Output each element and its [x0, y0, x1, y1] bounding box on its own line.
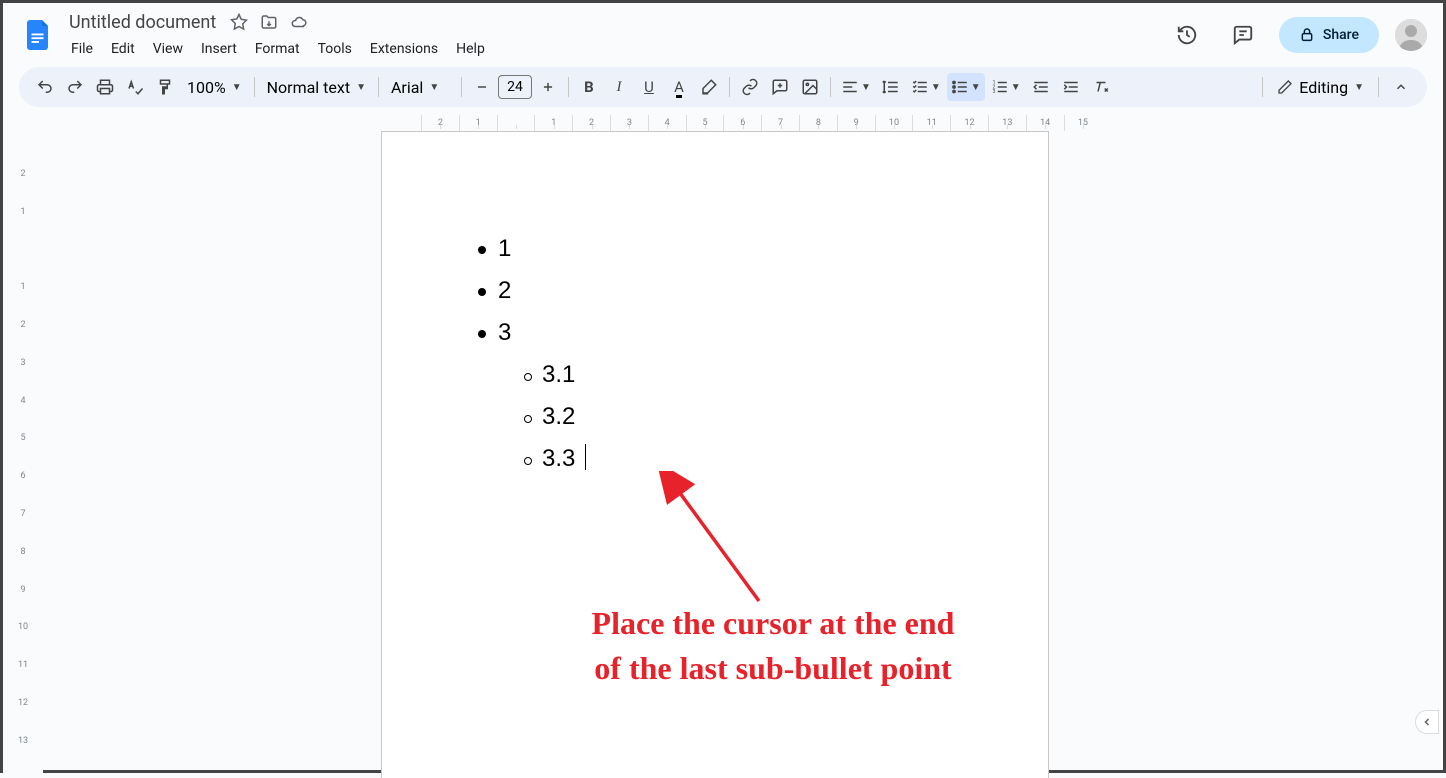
toolbar: 100%▼ Normal text▼ Arial▼ 24 B I U A ▼ ▼… — [19, 67, 1427, 107]
list-item: 3 — [478, 312, 952, 354]
increase-indent-button[interactable] — [1057, 73, 1085, 101]
document-title[interactable]: Untitled document — [63, 10, 222, 35]
paint-format-button[interactable] — [151, 73, 179, 101]
collapse-toolbar-button[interactable] — [1387, 73, 1415, 101]
bold-button[interactable]: B — [575, 73, 603, 101]
editing-mode-dropdown[interactable]: Editing ▼ — [1271, 78, 1370, 97]
chevron-down-icon: ▼ — [1011, 82, 1021, 93]
add-comment-button[interactable] — [766, 73, 794, 101]
chevron-down-icon: ▼ — [356, 82, 366, 93]
increase-font-button[interactable] — [534, 73, 562, 101]
show-side-panel-button[interactable] — [1415, 710, 1439, 734]
svg-text:3: 3 — [992, 89, 995, 95]
redo-button[interactable] — [61, 73, 89, 101]
bullet-icon — [478, 288, 486, 296]
menu-insert[interactable]: Insert — [193, 37, 245, 61]
undo-button[interactable] — [31, 73, 59, 101]
menu-view[interactable]: View — [145, 37, 191, 61]
style-dropdown[interactable]: Normal text▼ — [261, 78, 372, 97]
title-area: Untitled document File Edit View Insert … — [63, 10, 1167, 61]
font-size-input[interactable]: 24 — [498, 75, 532, 99]
menu-help[interactable]: Help — [448, 37, 493, 61]
align-button[interactable]: ▼ — [837, 73, 875, 101]
menu-extensions[interactable]: Extensions — [362, 37, 446, 61]
text-color-button[interactable]: A — [665, 73, 693, 101]
annotation-arrow — [659, 471, 779, 611]
header-actions: Share — [1167, 15, 1427, 55]
numbered-list-button[interactable]: 123▼ — [987, 73, 1025, 101]
list-item: 3.1 — [524, 354, 952, 396]
bullet-icon — [478, 330, 486, 338]
menu-tools[interactable]: Tools — [310, 37, 360, 61]
bullet-list[interactable]: 1 2 3 3.1 3.2 3.3 — [478, 228, 952, 480]
docs-logo[interactable] — [19, 15, 59, 55]
menu-format[interactable]: Format — [247, 37, 308, 61]
menu-edit[interactable]: Edit — [103, 37, 143, 61]
comment-icon[interactable] — [1223, 15, 1263, 55]
chevron-down-icon: ▼ — [1354, 82, 1364, 93]
star-icon[interactable] — [230, 13, 248, 31]
circle-bullet-icon — [524, 373, 532, 381]
document-canvas[interactable]: 1 2 3 3.1 3.2 3.3 Place the cursor at th… — [43, 131, 1443, 778]
chevron-down-icon: ▼ — [931, 82, 941, 93]
font-dropdown[interactable]: Arial▼ — [385, 78, 455, 97]
annotation-text: Place the cursor at the end of the last … — [493, 601, 1053, 691]
chevron-down-icon: ▼ — [971, 82, 981, 93]
zoom-dropdown[interactable]: 100%▼ — [181, 78, 248, 97]
image-button[interactable] — [796, 73, 824, 101]
list-item: 2 — [478, 270, 952, 312]
editor-area: 2112345678910111213 1 2 3 3.1 3.2 3.3 Pl… — [3, 131, 1443, 778]
link-button[interactable] — [736, 73, 764, 101]
circle-bullet-icon — [524, 457, 532, 465]
chevron-down-icon: ▼ — [232, 82, 242, 93]
spellcheck-button[interactable] — [121, 73, 149, 101]
list-item: 3.2 — [524, 396, 952, 438]
cloud-icon[interactable] — [290, 13, 308, 31]
italic-button[interactable]: I — [605, 73, 633, 101]
move-icon[interactable] — [260, 13, 278, 31]
chevron-down-icon: ▼ — [861, 82, 871, 93]
highlight-button[interactable] — [695, 73, 723, 101]
underline-button[interactable]: U — [635, 73, 663, 101]
menu-bar: File Edit View Insert Format Tools Exten… — [63, 37, 1167, 61]
line-spacing-button[interactable] — [877, 73, 905, 101]
list-item: 1 — [478, 228, 952, 270]
bullet-list-button[interactable]: ▼ — [947, 73, 985, 101]
share-button[interactable]: Share — [1279, 17, 1379, 53]
app-header: Untitled document File Edit View Insert … — [3, 3, 1443, 59]
menu-file[interactable]: File — [63, 37, 101, 61]
decrease-indent-button[interactable] — [1027, 73, 1055, 101]
checklist-button[interactable]: ▼ — [907, 73, 945, 101]
share-label: Share — [1323, 27, 1359, 43]
horizontal-ruler[interactable]: 21123456789101112131415 — [3, 115, 1443, 131]
text-cursor — [585, 444, 586, 470]
circle-bullet-icon — [524, 415, 532, 423]
print-button[interactable] — [91, 73, 119, 101]
decrease-font-button[interactable] — [468, 73, 496, 101]
history-icon[interactable] — [1167, 15, 1207, 55]
avatar[interactable] — [1395, 19, 1427, 51]
bullet-icon — [478, 246, 486, 254]
vertical-ruler[interactable]: 2112345678910111213 — [3, 131, 43, 778]
toolbar-container: 100%▼ Normal text▼ Arial▼ 24 B I U A ▼ ▼… — [3, 59, 1443, 115]
clear-format-button[interactable] — [1087, 73, 1115, 101]
chevron-down-icon: ▼ — [429, 82, 439, 93]
